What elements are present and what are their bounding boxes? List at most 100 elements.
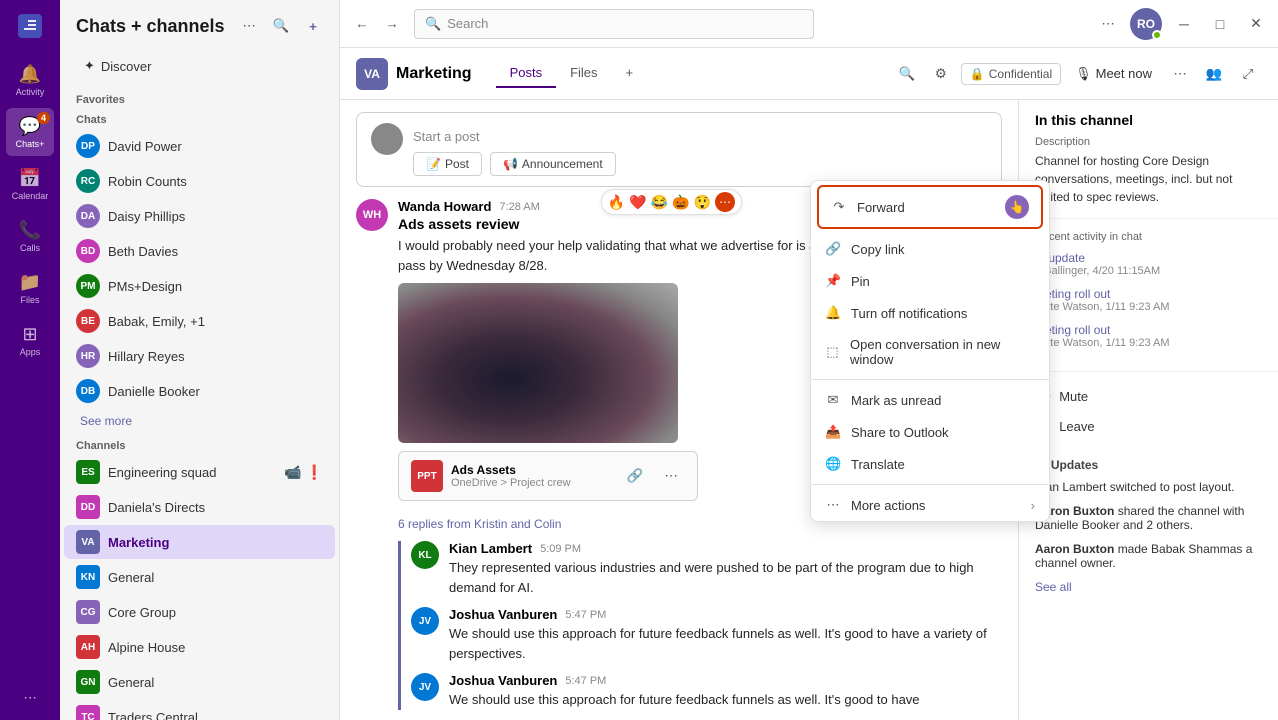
reply-text-1: They represented various industries and …	[449, 558, 1002, 597]
post-icon: 📝	[426, 157, 441, 171]
sidebar-item-general2[interactable]: GN General	[64, 665, 335, 699]
more-btn[interactable]: ⋯	[235, 12, 263, 40]
nav-item-calls[interactable]: 📞 Calls	[6, 212, 54, 260]
avatar-david-power: DP	[76, 134, 100, 158]
nav-arrows: ← →	[348, 10, 406, 38]
search-icon: 🔍	[425, 16, 441, 32]
reaction-surprise[interactable]: 😲	[694, 194, 711, 211]
sidebar-item-traders-central[interactable]: TC Traders Central	[64, 700, 335, 720]
sidebar-item-core-group[interactable]: CG Core Group	[64, 595, 335, 629]
sidebar-item-babak-emily[interactable]: BE Babak, Emily, +1	[64, 304, 335, 338]
meet-now-label: Meet now	[1096, 66, 1152, 81]
sidebar-item-marketing[interactable]: VA Marketing	[64, 525, 335, 559]
calendar-icon: 📅	[19, 168, 41, 189]
meet-now-btn[interactable]: 🎙 Meet now	[1067, 62, 1160, 86]
context-menu-item-more-actions[interactable]: ⋯ More actions ›	[811, 489, 1049, 521]
topbar-more-btn[interactable]: ⋯	[1094, 10, 1122, 38]
recent-item-meta-1: n Ballinger, 4/20 11:15AM	[1035, 265, 1262, 277]
minimize-btn[interactable]: ─	[1170, 10, 1198, 38]
context-menu-item-open-conversation[interactable]: ⬚ Open conversation in new window	[811, 329, 1049, 375]
compose-placeholder[interactable]: Start a post	[413, 123, 987, 144]
context-menu-item-copy-link[interactable]: 🔗 Copy link	[811, 233, 1049, 265]
sidebar-item-alpine-house[interactable]: AH Alpine House	[64, 630, 335, 664]
sidebar-item-engineering-squad[interactable]: ES Engineering squad 📹 ❗	[64, 455, 335, 489]
reaction-pumpkin[interactable]: 🎃	[672, 194, 689, 211]
reply-avatar-2: JV	[411, 607, 439, 635]
nav-item-chats[interactable]: 4 💬 Chats+	[6, 108, 54, 156]
leave-btn[interactable]: 🚪 Leave	[1035, 414, 1262, 438]
file-more-btn[interactable]: ⋯	[657, 462, 685, 490]
channel-expand-btn[interactable]: ⤢	[1234, 60, 1262, 88]
copy-link-icon: 🔗	[825, 241, 841, 257]
tab-posts[interactable]: Posts	[496, 59, 557, 88]
context-menu-item-share-outlook[interactable]: 📤 Share to Outlook	[811, 416, 1049, 448]
sidebar-item-pms-design[interactable]: PM PMs+Design	[64, 269, 335, 303]
microphone-icon: 🎙	[1075, 66, 1092, 82]
reaction-more-btn[interactable]: ⋯	[715, 192, 735, 212]
context-menu-item-notifications[interactable]: 🔔 Turn off notifications	[811, 297, 1049, 329]
sidebar-item-david-power[interactable]: DP David Power	[64, 129, 335, 163]
channel-settings-btn[interactable]: ⚙	[927, 60, 955, 88]
search-btn[interactable]: 🔍	[267, 12, 295, 40]
nav-item-files[interactable]: 📁 Files	[6, 264, 54, 312]
chats-section-label: Chats	[60, 108, 339, 128]
sidebar-item-danielle-booker[interactable]: DB Danielle Booker	[64, 374, 335, 408]
file-link-btn[interactable]: 🔗	[621, 462, 649, 490]
mark-unread-label: Mark as unread	[851, 393, 941, 408]
context-menu-item-translate[interactable]: 🌐 Translate	[811, 448, 1049, 480]
see-all-btn[interactable]: See all	[1035, 580, 1262, 594]
reply-avatar-3: JV	[411, 673, 439, 701]
channel-more-btn[interactable]: ⋯	[1166, 60, 1194, 88]
search-box[interactable]: 🔍 Search	[414, 9, 814, 39]
video-badge-icon: 📹	[284, 464, 301, 481]
nav-item-calendar[interactable]: 📅 Calendar	[6, 160, 54, 208]
sidebar-item-daisy-phillips[interactable]: DA Daisy Phillips	[64, 199, 335, 233]
more-options-btn[interactable]: ⋯	[16, 684, 44, 712]
nav-item-apps[interactable]: ⊞ Apps	[6, 316, 54, 364]
forward-label: Forward	[857, 200, 905, 215]
context-menu-item-mark-unread[interactable]: ✉ Mark as unread	[811, 384, 1049, 416]
reaction-laugh[interactable]: 😂	[651, 194, 668, 211]
maximize-btn[interactable]: □	[1206, 10, 1234, 38]
recent-item-meta-2: rlotte Watson, 1/11 9:23 AM	[1035, 301, 1262, 313]
add-btn[interactable]: +	[299, 12, 327, 40]
main-content: ← → 🔍 Search ⋯ RO ─ □ ✕ VA Marketing Pos…	[340, 0, 1278, 720]
add-tab-btn[interactable]: +	[612, 59, 648, 88]
sidebar-item-robin-counts[interactable]: RC Robin Counts	[64, 164, 335, 198]
channel-icon-marketing: VA	[76, 530, 100, 554]
reaction-fire[interactable]: 🔥	[608, 194, 625, 211]
reaction-heart[interactable]: ❤️	[629, 194, 646, 211]
announcement-btn[interactable]: 📢 Announcement	[490, 152, 616, 176]
sidebar-item-danielas-directs[interactable]: DD Daniela's Directs	[64, 490, 335, 524]
back-btn[interactable]: ←	[348, 10, 376, 38]
app-logo[interactable]	[12, 8, 48, 44]
chats-badge: 4	[37, 112, 50, 124]
updates-header[interactable]: ▼ Updates	[1035, 458, 1262, 472]
sidebar-item-beth-davies[interactable]: BD Beth Davies	[64, 234, 335, 268]
discover-btn[interactable]: ✦ Discover	[72, 52, 327, 80]
sidebar-item-hillary-reyes[interactable]: HR Hillary Reyes	[64, 339, 335, 373]
share-outlook-icon: 📤	[825, 424, 841, 440]
file-icon: PPT	[411, 460, 443, 492]
context-menu-item-forward[interactable]: ↷ Forward 👆	[817, 185, 1043, 229]
tab-files[interactable]: Files	[556, 59, 611, 88]
message-image	[398, 283, 678, 443]
close-btn[interactable]: ✕	[1242, 10, 1270, 38]
nav-item-activity[interactable]: 🔔 Activity	[6, 56, 54, 104]
sidebar-item-name: David Power	[108, 139, 323, 154]
recent-item-title-3[interactable]: rketing roll out	[1035, 323, 1262, 337]
post-btn[interactable]: 📝 Post	[413, 152, 482, 176]
mute-btn[interactable]: 🔇 Mute	[1035, 384, 1262, 408]
sidebar-item-general[interactable]: KN General	[64, 560, 335, 594]
recent-item-title-1[interactable]: m update	[1035, 251, 1262, 265]
file-path: OneDrive > Project crew	[451, 477, 613, 489]
channel-people-btn[interactable]: 👥	[1200, 60, 1228, 88]
recent-item-title-2[interactable]: rketing roll out	[1035, 287, 1262, 301]
forward-btn[interactable]: →	[378, 10, 406, 38]
channel-search-btn[interactable]: 🔍	[893, 60, 921, 88]
context-menu-item-pin[interactable]: 📌 Pin	[811, 265, 1049, 297]
see-more-btn[interactable]: See more	[64, 410, 335, 432]
sidebar-item-name: Daniela's Directs	[108, 500, 323, 515]
user-avatar[interactable]: RO	[1130, 8, 1162, 40]
compose-actions: 📝 Post 📢 Announcement	[413, 152, 987, 176]
